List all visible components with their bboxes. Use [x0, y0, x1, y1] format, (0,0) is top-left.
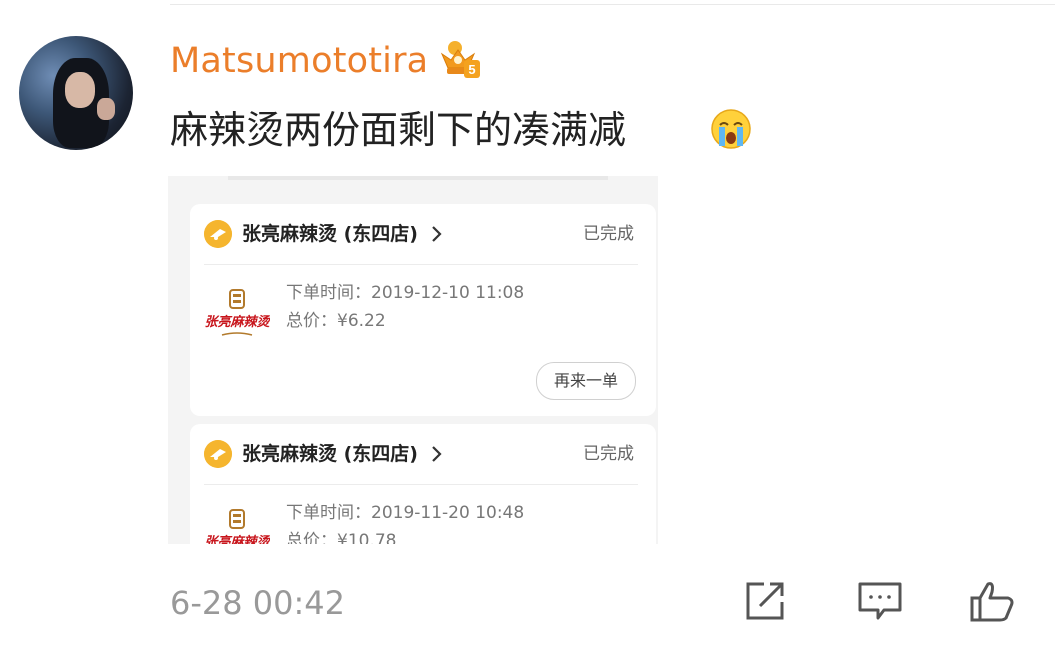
shop-icon — [204, 220, 232, 248]
order-total: 总价：¥10.78 — [286, 531, 397, 544]
divider — [204, 264, 638, 265]
svg-text:张亮麻辣烫: 张亮麻辣烫 — [204, 534, 270, 544]
divider — [204, 484, 638, 485]
crying-face-icon — [711, 109, 751, 149]
shop-name[interactable]: 张亮麻辣烫 (东四店) — [242, 438, 418, 470]
order-screenshot: 张亮麻辣烫 (东四店) 已完成 张亮麻辣烫 下单时间：2019-12-10 11… — [168, 176, 658, 544]
order-status: 已完成 — [583, 224, 634, 244]
chevron-right-icon[interactable] — [430, 224, 444, 244]
vip-level: 5 — [468, 62, 475, 77]
top-divider — [170, 4, 1055, 5]
post-timestamp: 6-28 00:42 — [170, 584, 346, 622]
post-text: 麻辣烫两份面剩下的凑满减 — [170, 108, 627, 152]
brand-logo: 张亮麻辣烫 — [204, 509, 270, 544]
comment-icon[interactable] — [856, 578, 904, 624]
order-total: 总价：¥6.22 — [286, 311, 386, 331]
crown-badge-icon[interactable]: 5 — [436, 38, 482, 80]
share-icon[interactable] — [742, 578, 790, 624]
thumbs-up-icon[interactable] — [968, 578, 1016, 624]
chevron-right-icon[interactable] — [430, 444, 444, 464]
order-card[interactable]: 张亮麻辣烫 (东四店) 已完成 张亮麻辣烫 下单时间：2019-12-10 11… — [190, 204, 656, 416]
order-status: 已完成 — [583, 444, 634, 464]
svg-text:张亮麻辣烫: 张亮麻辣烫 — [204, 314, 270, 330]
avatar[interactable] — [19, 36, 133, 150]
shop-name[interactable]: 张亮麻辣烫 (东四店) — [242, 218, 418, 250]
order-time: 下单时间：2019-12-10 11:08 — [286, 283, 525, 303]
reorder-button[interactable]: 再来一单 — [536, 362, 636, 400]
username[interactable]: Matsumototira — [170, 38, 428, 84]
order-time: 下单时间：2019-11-20 10:48 — [286, 503, 525, 523]
brand-logo: 张亮麻辣烫 — [204, 289, 270, 336]
shop-icon — [204, 440, 232, 468]
order-card[interactable]: 张亮麻辣烫 (东四店) 已完成 张亮麻辣烫 下单时间：2019-11-20 10… — [190, 424, 656, 544]
